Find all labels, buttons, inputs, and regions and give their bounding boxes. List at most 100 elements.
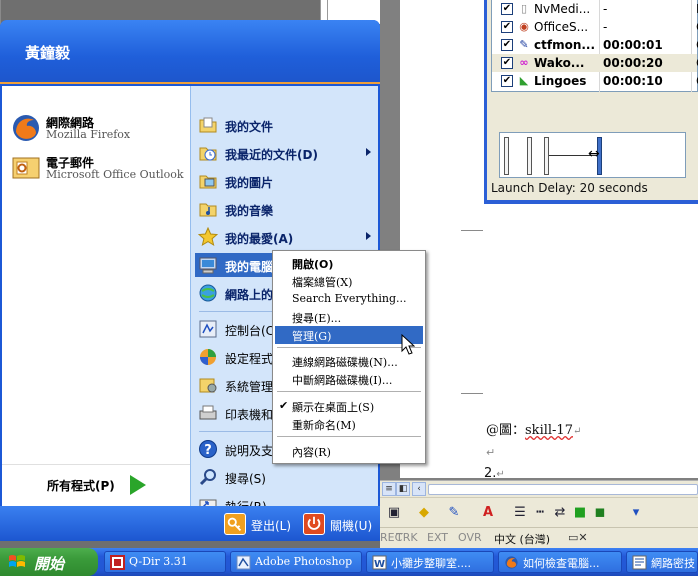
list-item[interactable]: ✔ ◉ OfficeS... - C [492,18,698,36]
context-item-explore[interactable]: 檔案總管(X) [275,272,423,290]
menu-item-search[interactable]: 搜尋(S) [195,465,375,489]
menu-item-recent-documents[interactable]: 我最近的文件(D) [195,141,375,165]
empty-paragraph: ↵ [486,446,496,459]
my-computer-context-menu: 開啟(O) 檔案總管(X) Search Everything... 搜尋(E)… [272,250,426,464]
svg-text:W: W [374,559,385,570]
admin-tools-icon [199,378,217,393]
scroll-left-icon[interactable]: ‹ [412,482,426,496]
pinned-programs-panel: 網際網路 Mozilla Firefox 電子郵件 Microsoft Offi… [2,86,190,506]
dash-style-icon[interactable]: ┅ [532,505,548,521]
lingoes-icon: ◣ [519,74,529,87]
3d-style-icon[interactable]: ◼ [592,505,608,521]
qdir-icon [110,555,125,570]
office-icon: ◉ [519,20,529,33]
shadow-icon[interactable]: ■ [572,505,588,521]
checkbox[interactable]: ✔ [501,57,513,69]
context-item-properties[interactable]: 內容(R) [275,442,423,460]
toolbar-options-icon[interactable]: ▾ [628,505,644,521]
taskbar-button-photoshop[interactable]: Adobe Photoshop [230,551,362,573]
checkbox[interactable]: ✔ [501,75,513,87]
context-item-rename[interactable]: 重新命名(M) [275,415,423,433]
my-pictures-icon [199,175,217,189]
horizontal-scrollbar[interactable]: ≡ ◧ ‹ [380,480,698,497]
list-item[interactable]: ✔ ∞ Wako... 00:00:20 C [492,54,698,72]
drawing-toolbar: ▣ ◆ ✎ A ☰ ┅ ⇄ ■ ◼ ▾ [380,497,698,527]
pinned-outlook[interactable]: 電子郵件 Microsoft Office Outlook [10,148,188,188]
line-color-icon[interactable]: ✎ [446,505,462,521]
view-mode-icon[interactable]: ≡ [382,482,396,496]
startup-list[interactable]: ✔ ▯ NvMedi... - R ✔ ◉ OfficeS... - C ✔ ✎… [491,0,698,92]
photoshop-icon [236,555,251,570]
taskbar-button-firefox[interactable]: 如何檢查電腦... [498,551,622,573]
timeline-marker[interactable] [544,137,549,175]
status-trk[interactable]: TRK [396,531,418,544]
wako-icon: ∞ [519,56,529,69]
word-doc-icon: W [372,555,387,570]
scrollbar-track[interactable] [428,484,698,495]
start-button[interactable]: 開始 [0,548,98,576]
timeline-marker[interactable] [504,137,509,175]
outlook-icon [12,157,40,179]
checkbox[interactable]: ✔ [501,21,513,33]
my-computer-icon [199,257,217,274]
page-corner-mark [461,372,483,394]
qdir-panel: ✔ ▯ NvMedi... - R ✔ ◉ OfficeS... - C ✔ ✎… [487,0,698,200]
context-item-search[interactable]: 搜尋(E)... [275,308,423,326]
checkmark-icon: ✔ [279,399,289,412]
reading-layout-icon[interactable]: ◧ [396,482,410,496]
control-panel-icon [199,320,217,338]
menu-item-my-music[interactable]: 我的音樂 [195,197,375,221]
status-ovr[interactable]: OVR [458,531,482,544]
menu-item-my-pictures[interactable]: 我的圖片 [195,169,375,193]
context-item-search-everything[interactable]: Search Everything... [275,290,423,308]
spelling-status-icon[interactable]: ▭✕ [568,531,588,544]
list-item[interactable]: ✔ ✎ ctfmon... 00:00:01 C [492,36,698,54]
status-ext[interactable]: EXT [427,531,448,544]
taskbar-button-qdir[interactable]: Q-Dir 3.31 [104,551,226,573]
taskbar: 開始 Q-Dir 3.31 Adobe Photoshop W 小攤步整聊室..… [0,548,698,576]
start-menu-header: 黃鐘毅 [0,20,380,84]
nvidia-icon: ▯ [520,2,528,15]
menu-item-my-documents[interactable]: 我的文件 [195,113,375,137]
line-style-icon[interactable]: ☰ [512,505,528,521]
green-arrow-icon [130,475,146,495]
fill-color-icon[interactable]: ◆ [416,505,432,521]
key-icon [224,513,246,535]
page-corner-mark [461,230,483,252]
list-item[interactable]: ✔ ▯ NvMedi... - R [492,0,698,18]
submenu-arrow-icon [366,148,371,156]
checkbox[interactable]: ✔ [501,39,513,51]
context-item-open[interactable]: 開啟(O) [275,254,423,272]
context-item-disconnect-network-drive[interactable]: 中斷網路磁碟機(I)... [275,370,423,388]
document-status-bar: REC TRK EXT OVR 中文 (台灣) ▭✕ [380,527,698,548]
resize-horizontal-icon: ↔ [588,146,600,162]
taskbar-button-web-tips[interactable]: 網路密技 [626,551,698,573]
numbered-paragraph: 2.↵ [484,466,505,481]
insert-picture-icon[interactable]: ▣ [386,505,402,521]
launch-timeline[interactable]: ↔ [499,132,686,178]
favorites-star-icon [198,227,218,247]
figure-caption: @圖：skill-17↵ [486,423,582,438]
printers-icon [199,405,217,420]
arrow-style-icon[interactable]: ⇄ [552,505,568,521]
firefox-icon [13,115,39,141]
submenu-arrow-icon [366,232,371,240]
ctfmon-icon: ✎ [519,38,529,51]
all-programs-button[interactable]: 所有程式(P) [2,464,190,502]
timeline-marker[interactable] [527,137,532,175]
set-program-access-icon [200,349,216,365]
mouse-cursor-icon [401,334,415,355]
taskbar-button-word-doc[interactable]: W 小攤步整聊室.... [366,551,494,573]
my-documents-icon [199,117,217,133]
context-item-show-on-desktop[interactable]: ✔ 顯示在桌面上(S) [275,397,423,415]
search-icon [199,469,216,486]
menu-item-favorites[interactable]: 我的最愛(A) [195,225,375,249]
launch-delay-label: Launch Delay: 20 seconds [491,181,648,195]
font-color-icon[interactable]: A [480,505,496,521]
windows-logo-icon [9,555,25,567]
list-item[interactable]: ✔ ◣ Lingoes 00:00:10 C [492,72,698,90]
pinned-firefox[interactable]: 網際網路 Mozilla Firefox [10,108,188,148]
svg-text:?: ? [204,443,212,458]
recent-documents-icon [199,147,217,161]
checkbox[interactable]: ✔ [501,3,513,15]
